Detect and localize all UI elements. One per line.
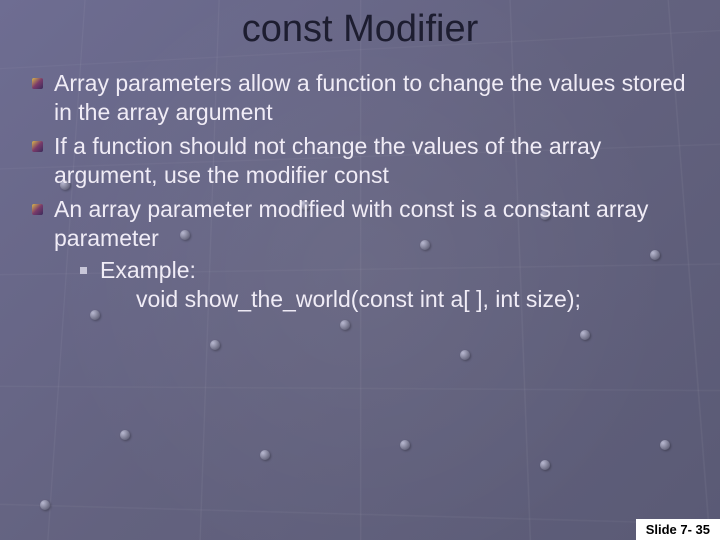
bullet-text: If a function should not change the valu… <box>54 133 601 188</box>
example-code: void show_the_world(const int a[ ], int … <box>100 285 690 314</box>
bullet-item: Array parameters allow a function to cha… <box>30 69 690 128</box>
example-label: Example: <box>100 256 690 285</box>
sub-item: Example: void show_the_world(const int a… <box>80 256 690 315</box>
slide: const Modifier Array parameters allow a … <box>0 0 720 540</box>
bullet-list: Array parameters allow a function to cha… <box>30 69 690 315</box>
bullet-text: Array parameters allow a function to cha… <box>54 70 686 125</box>
sub-list: Example: void show_the_world(const int a… <box>54 256 690 315</box>
bullet-item: If a function should not change the valu… <box>30 132 690 191</box>
bullet-text: An array parameter modified with const i… <box>54 196 648 251</box>
slide-title: const Modifier <box>30 8 690 51</box>
bullet-item: An array parameter modified with const i… <box>30 195 690 315</box>
slide-number: Slide 7- 35 <box>636 519 720 540</box>
